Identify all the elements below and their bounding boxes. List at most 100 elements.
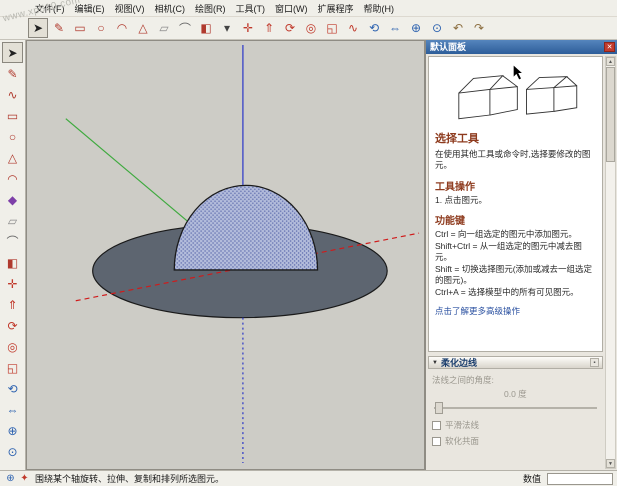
eraser-tool-icon[interactable]: ▱ <box>154 18 174 38</box>
angle-between-normals-label: 法线之间的角度: <box>432 375 494 385</box>
instructor-intro: 在使用其他工具或命令时,选择要修改的图元。 <box>435 149 591 171</box>
paint-bucket-tool-icon[interactable]: ◧ <box>196 18 216 38</box>
scroll-down-icon[interactable]: ▼ <box>606 459 615 468</box>
soften-coplanar-checkbox[interactable] <box>432 436 441 446</box>
make-component-icon[interactable]: ◆ <box>2 189 23 210</box>
scale-tool-icon[interactable]: ◱ <box>322 18 342 38</box>
pan-tool-icon[interactable]: ⇔ <box>2 399 23 420</box>
soften-edges-body: 法线之间的角度: 0.0 度 平滑法线 软化共面 <box>428 369 603 447</box>
measurements-label: 数值 <box>522 474 541 484</box>
polygon-tool-icon[interactable]: △ <box>2 147 23 168</box>
soften-edges-dialog: ▼ 柔化边线 ▪ 法线之间的角度: 0.0 度 平滑法线 软化共面 <box>428 356 603 447</box>
status-icons: ⊕ ✦ <box>4 472 31 485</box>
scroll-up-icon[interactable]: ▲ <box>606 57 615 66</box>
slider-handle[interactable] <box>435 402 443 414</box>
credits-icon[interactable]: ✦ <box>18 472 31 485</box>
circle-tool-icon[interactable]: ○ <box>91 18 111 38</box>
orbit-tool-icon[interactable]: ⟲ <box>364 18 384 38</box>
tape-measure-tool-icon[interactable]: ⌒ <box>2 231 23 252</box>
dome-face-selected[interactable] <box>173 184 319 271</box>
collapse-icon[interactable]: ▼ <box>432 360 438 366</box>
push-pull-tool-icon[interactable]: ⇑ <box>259 18 279 38</box>
offset-tool-icon[interactable]: ◎ <box>2 336 23 357</box>
pan-tool-icon[interactable]: ⇔ <box>385 18 405 38</box>
select-tool-icon[interactable]: ➤ <box>28 18 48 38</box>
paint-bucket-tool-icon[interactable]: ◧ <box>2 252 23 273</box>
geolocation-icon[interactable]: ⊕ <box>4 472 17 485</box>
redo-icon[interactable]: ↷ <box>469 18 489 38</box>
zoom-extents-tool-icon[interactable]: ⊙ <box>2 441 23 462</box>
polygon-tool-icon[interactable]: △ <box>133 18 153 38</box>
rotate-tool-icon[interactable]: ⟳ <box>280 18 300 38</box>
menu-item[interactable]: 窗口(W) <box>270 0 313 17</box>
instructor-modifier: Shift = 切换选择图元(添加或减去一组选定的图元)。 <box>435 263 593 286</box>
model-canvas[interactable] <box>27 41 424 469</box>
status-hint: 围绕某个轴旋转、拉伸、复制和排列所选图元。 <box>35 474 225 484</box>
angle-slider[interactable] <box>432 401 599 415</box>
menu-item[interactable]: 绘图(R) <box>190 0 231 17</box>
instructor-operations: 1. 点击图元。 <box>435 195 596 206</box>
soften-edges-header[interactable]: ▼ 柔化边线 ▪ <box>428 356 603 369</box>
rectangle-tool-icon[interactable]: ▭ <box>2 105 23 126</box>
cursor-arrow-icon <box>513 65 522 80</box>
scroll-thumb[interactable] <box>606 67 615 162</box>
zoom-extents-tool-icon[interactable]: ⊙ <box>427 18 447 38</box>
viewport[interactable] <box>26 40 425 470</box>
measurements-input[interactable] <box>547 472 613 485</box>
scale-tool-icon[interactable]: ◱ <box>2 357 23 378</box>
styles-dropdown-icon[interactable]: ▾ <box>217 18 237 38</box>
instructor-modifiers-title: 功能键 <box>435 216 465 228</box>
rectangle-tool-icon[interactable]: ▭ <box>70 18 90 38</box>
status-bar: ⊕ ✦ 围绕某个轴旋转、拉伸、复制和排列所选图元。 数值 <box>0 470 617 486</box>
menu-item[interactable]: 帮助(H) <box>359 0 400 17</box>
instructor-operation: 1. 点击图元。 <box>435 194 487 205</box>
menu-item[interactable]: 相机(C) <box>150 0 191 17</box>
instructor-tool-title: 选择工具 <box>435 133 479 145</box>
advanced-operations-link[interactable]: 点击了解更多高级操作 <box>435 305 596 317</box>
line-tool-icon[interactable]: ✎ <box>49 18 69 38</box>
instructor-modifier: Shift+Ctrl = 从一组选定的图元中减去图元。 <box>435 240 582 263</box>
close-icon[interactable]: ✕ <box>604 42 615 52</box>
line-tool-icon[interactable]: ✎ <box>2 63 23 84</box>
instructor-operations-title: 工具操作 <box>435 181 475 193</box>
eraser-tool-icon[interactable]: ▱ <box>2 210 23 231</box>
default-tray-panel: 默认面板 ✕ ▲ ▼ 选择工具 在使用其他工具或命令时,选择要修改的图元。 工具… <box>425 40 617 470</box>
menu-item[interactable]: 扩展程序 <box>313 0 359 17</box>
circle-tool-icon[interactable]: ○ <box>2 126 23 147</box>
smooth-normals-label: 平滑法线 <box>445 420 480 430</box>
smooth-normals-checkbox[interactable] <box>432 420 441 430</box>
move-tool-icon[interactable]: ✛ <box>238 18 258 38</box>
follow-me-tool-icon[interactable]: ∿ <box>343 18 363 38</box>
tool-palette: ➤ ✎ ∿ ▭ ○ △ ◠ ◆ ▱ ⌒ ◧ ✛ ⇑ ⟳ ◎ ◱ ⟲ ⇔ ⊕ ⊙ <box>0 40 26 470</box>
arc-tool-icon[interactable]: ◠ <box>2 168 23 189</box>
instructor-card: 选择工具 在使用其他工具或命令时,选择要修改的图元。 工具操作 1. 点击图元。… <box>428 56 603 352</box>
offset-tool-icon[interactable]: ◎ <box>301 18 321 38</box>
tape-measure-tool-icon[interactable]: ⌒ <box>175 18 195 38</box>
rotate-tool-icon[interactable]: ⟳ <box>2 315 23 336</box>
menu-item[interactable]: 工具(T) <box>231 0 271 17</box>
freehand-tool-icon[interactable]: ∿ <box>2 84 23 105</box>
tray-scrollbar[interactable]: ▲ ▼ <box>605 56 616 469</box>
push-pull-tool-icon[interactable]: ⇑ <box>2 294 23 315</box>
zoom-tool-icon[interactable]: ⊕ <box>406 18 426 38</box>
select-tool-icon[interactable]: ➤ <box>2 42 23 63</box>
menu-bar: 文件(F) 编辑(E) 视图(V) 相机(C) 绘图(R) 工具(T) 窗口(W… <box>0 0 617 17</box>
tray-title[interactable]: 默认面板 <box>426 40 617 54</box>
orbit-tool-icon[interactable]: ⟲ <box>2 378 23 399</box>
undo-icon[interactable]: ↶ <box>448 18 468 38</box>
instructor-modifier: Ctrl = 向一组选定的图元中添加图元。 <box>435 229 577 240</box>
top-toolbar: ➤ ✎ ▭ ○ ◠ △ ▱ ⌒ ◧ ▾ ✛ ⇑ ⟳ ◎ ◱ ∿ ⟲ ⇔ ⊕ ⊙ … <box>0 17 617 40</box>
sketchup-window: www.xp510.com 文件(F) 编辑(E) 视图(V) 相机(C) 绘图… <box>0 0 617 486</box>
zoom-tool-icon[interactable]: ⊕ <box>2 420 23 441</box>
soften-edges-title: 柔化边线 <box>440 358 477 368</box>
move-tool-icon[interactable]: ✛ <box>2 273 23 294</box>
instructor-modifier: Ctrl+A = 选择模型中的所有可见图元。 <box>435 286 579 297</box>
angle-value: 0.0 度 <box>504 389 527 399</box>
house-sketch <box>458 65 578 120</box>
slider-track <box>434 407 597 409</box>
dialog-pin-icon[interactable]: ▪ <box>590 358 599 367</box>
arc-tool-icon[interactable]: ◠ <box>112 18 132 38</box>
soften-coplanar-label: 软化共面 <box>445 436 480 446</box>
instructor-modifiers: Ctrl = 向一组选定的图元中添加图元。 Shift+Ctrl = 从一组选定… <box>435 229 596 298</box>
menu-item[interactable]: 视图(V) <box>110 0 150 17</box>
